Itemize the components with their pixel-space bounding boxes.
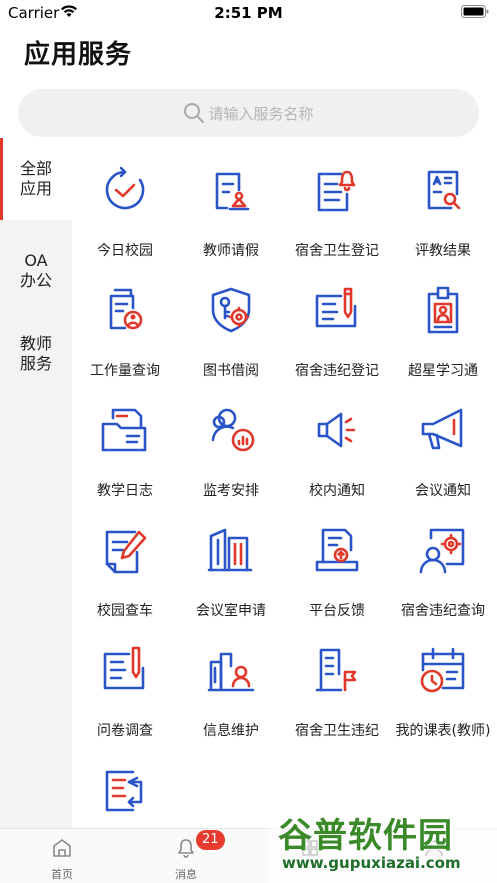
service-label: 校内通知 (309, 483, 365, 499)
watermark-title: 谷普软件园 (278, 816, 453, 856)
service-label: 超星学习通 (408, 363, 478, 379)
service-label: 评教结果 (415, 243, 471, 259)
id-badge-icon (427, 286, 459, 334)
service-tile[interactable]: 超星学习通 (390, 260, 496, 380)
book-key-shield-icon (211, 287, 251, 333)
service-tile[interactable] (72, 740, 178, 828)
sidebar-item-label: 教师 服务 (19, 334, 52, 373)
leave-request-icon (215, 172, 250, 211)
calendar-clock-icon (420, 647, 465, 693)
service-label: 宿舍违纪登记 (295, 363, 379, 379)
service-tile[interactable]: 平台反馈 (284, 500, 390, 620)
service-tile[interactable]: 评教结果 (390, 140, 496, 260)
service-label: 信息维护 (203, 723, 259, 739)
city-user-icon (207, 652, 255, 692)
service-tile[interactable]: 图书借阅 (178, 260, 284, 380)
sidebar-item-all-apps[interactable]: 全部 应用 (0, 138, 72, 220)
service-tile[interactable]: 教师请假 (178, 140, 284, 260)
user-gear-icon (419, 528, 465, 574)
speaker-icon (317, 412, 356, 448)
questionnaire-icon (103, 646, 145, 690)
service-label: 我的课表(教师) (395, 723, 491, 739)
service-label: 宿舍卫生违纪 (295, 723, 379, 739)
battery-icon (461, 5, 489, 18)
evaluation-result-icon (427, 170, 461, 210)
watermark: 谷普软件园 www.gupuxiazai.com (270, 802, 497, 883)
service-label: 校园查车 (97, 603, 153, 619)
service-tile[interactable]: 信息维护 (178, 620, 284, 740)
sidebar-item-teacher-service[interactable]: 教师 服务 (0, 313, 72, 395)
status-bar: Carrier 2:51 PM (0, 0, 497, 26)
service-tile[interactable]: 教学日志 (72, 380, 178, 500)
service-label: 图书借阅 (203, 363, 259, 379)
building-flag-icon (315, 648, 357, 692)
search-icon (184, 103, 205, 123)
service-tile[interactable]: 会议通知 (390, 380, 496, 500)
sidebar-item-oa[interactable]: OA 办公 (0, 230, 72, 312)
tab-label: 首页 (51, 868, 73, 881)
service-label: 教学日志 (97, 483, 153, 499)
feedback-upload-icon (315, 528, 359, 572)
hygiene-bell-icon (317, 170, 356, 212)
service-tile[interactable]: 我的课表(教师) (390, 620, 496, 740)
active-indicator (0, 138, 3, 220)
service-label: 监考安排 (203, 483, 259, 499)
service-tile[interactable]: 监考安排 (178, 380, 284, 500)
service-label: 工作量查询 (90, 363, 160, 379)
buildings-icon (207, 528, 253, 572)
discipline-pen-icon (315, 287, 357, 328)
service-tile[interactable]: 今日校园 (72, 140, 178, 260)
service-label: 宿舍违纪查询 (401, 603, 485, 619)
service-label: 平台反馈 (309, 603, 365, 619)
service-label: 问卷调查 (97, 723, 153, 739)
service-tile[interactable]: 工作量查询 (72, 260, 178, 380)
service-tile[interactable]: 问卷调查 (72, 620, 178, 740)
tab-label: 消息 (175, 868, 197, 881)
service-tile[interactable]: 宿舍违纪登记 (284, 260, 390, 380)
service-tile[interactable]: 宿舍卫生违纪 (284, 620, 390, 740)
service-tile[interactable]: 校园查车 (72, 500, 178, 620)
service-label: 宿舍卫生登记 (295, 243, 379, 259)
service-tile[interactable]: 宿舍违纪查询 (390, 500, 496, 620)
search-input[interactable]: 请输入服务名称 (18, 89, 479, 137)
page-title: 应用服务 (24, 40, 133, 70)
status-time: 2:51 PM (214, 4, 283, 22)
watermark-url: www.gupuxiazai.com (282, 854, 461, 872)
folder-log-icon (101, 408, 147, 452)
tab-messages[interactable]: 21 消息 (124, 829, 248, 883)
search-placeholder: 请输入服务名称 (208, 104, 314, 123)
service-label: 会议通知 (415, 483, 471, 499)
service-tile[interactable]: 宿舍卫生登记 (284, 140, 390, 260)
category-sidebar: 全部 应用 OA 办公 教师 服务 (0, 138, 72, 828)
service-grid: 今日校园 教师请假 宿舍卫生登记 评教结果 工作量查询 图书借阅 宿舍违纪登记 … (72, 140, 497, 828)
proctor-users-icon (211, 408, 255, 452)
clock-check-icon (105, 166, 145, 210)
service-tile[interactable]: 校内通知 (284, 380, 390, 500)
bell-icon (178, 839, 194, 858)
unread-badge: 21 (196, 830, 225, 850)
megaphone-icon (421, 408, 463, 450)
service-label: 会议室申请 (196, 603, 266, 619)
list-arrows-icon (105, 770, 143, 812)
sidebar-item-label: OA 办公 (19, 251, 52, 290)
service-tile[interactable]: 会议室申请 (178, 500, 284, 620)
home-icon (53, 839, 71, 857)
workload-files-icon (109, 288, 143, 330)
sidebar-item-label: 全部 应用 (19, 159, 52, 198)
tab-home[interactable]: 首页 (0, 829, 124, 883)
service-label: 教师请假 (203, 243, 259, 259)
edit-document-icon (105, 530, 147, 574)
service-label: 今日校园 (97, 243, 153, 259)
